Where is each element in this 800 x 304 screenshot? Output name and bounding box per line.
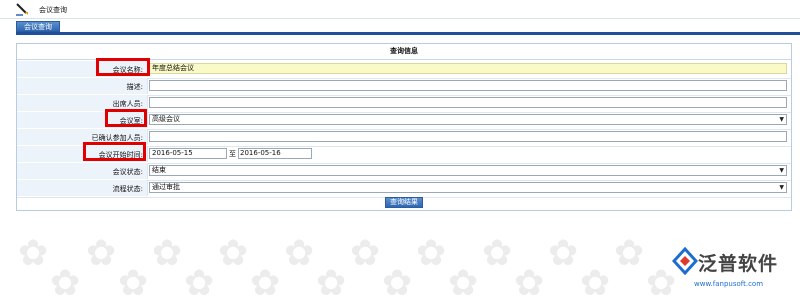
start-date-to-input[interactable]: 2016-05-16 bbox=[238, 148, 312, 159]
process-status-label: 流程状态: bbox=[112, 185, 143, 193]
meeting-name-input[interactable]: 年度总结会议 bbox=[149, 63, 787, 74]
highlight-start-time bbox=[83, 142, 146, 161]
row-meeting-status: 会议状态: 结束 bbox=[17, 163, 791, 181]
row-description: 描述: bbox=[17, 78, 791, 96]
description-label: 描述: bbox=[126, 83, 143, 91]
highlight-meeting-room bbox=[105, 109, 147, 127]
date-range-separator: 至 bbox=[229, 150, 236, 158]
highlight-meeting-name bbox=[96, 58, 150, 76]
attendees-label: 出席人员: bbox=[112, 100, 143, 108]
tab-meeting-query[interactable]: 会议查询 bbox=[16, 21, 60, 32]
top-bar: 会议查询 bbox=[0, 0, 800, 19]
fanpu-logo: 泛普软件 www.fanpusoft.com bbox=[672, 247, 792, 291]
query-result-button[interactable]: 查询结果 bbox=[385, 197, 423, 208]
start-date-from-input[interactable]: 2016-05-15 bbox=[149, 148, 227, 159]
process-status-select[interactable]: 通过审批 bbox=[149, 182, 787, 193]
logo-name: 泛普软件 bbox=[698, 253, 779, 275]
page-title: 会议查询 bbox=[39, 6, 67, 14]
description-input[interactable] bbox=[149, 80, 787, 91]
attendees-input[interactable] bbox=[149, 97, 787, 108]
meeting-status-select[interactable]: 结束 bbox=[149, 165, 787, 176]
meeting-status-label: 会议状态: bbox=[112, 168, 143, 176]
button-row: 查询结果 bbox=[17, 195, 791, 210]
divider bbox=[16, 32, 800, 35]
confirmed-attendees-input[interactable] bbox=[149, 131, 787, 142]
meeting-room-select[interactable]: 高级会议 bbox=[149, 114, 787, 125]
logo-url: www.fanpusoft.com bbox=[694, 280, 764, 288]
fanpu-logo-icon bbox=[672, 247, 698, 275]
pencil-icon bbox=[16, 3, 28, 16]
